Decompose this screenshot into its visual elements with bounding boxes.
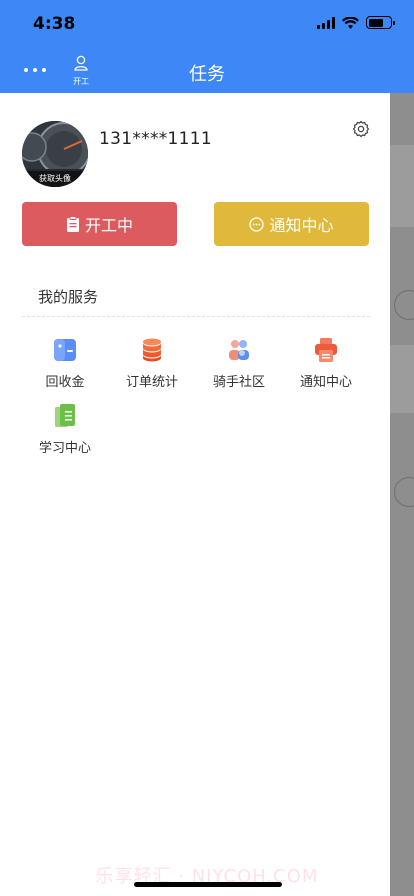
avatar-caption: 获取头像 — [22, 171, 88, 187]
avatar[interactable]: 获取头像 — [22, 121, 88, 187]
working-status-button[interactable]: 开工中 — [22, 202, 177, 246]
service-notice-center[interactable]: 通知中心 — [286, 337, 366, 390]
cellular-signal-icon — [317, 16, 335, 29]
service-learning-center[interactable]: 学习中心 — [25, 403, 105, 456]
gear-icon[interactable] — [352, 120, 370, 138]
wifi-icon — [342, 16, 359, 29]
working-status-label: 开工中 — [84, 216, 133, 235]
side-drawer: 获取头像 131****1111 开工中 通知中心 我的服务 回收金 订单统计 … — [0, 93, 390, 896]
home-indicator[interactable] — [134, 882, 282, 887]
screen: 4:38 开工 任务 获取头像 131****1111 开工中 通知中心 我的服… — [0, 0, 414, 896]
services-title: 我的服务 — [38, 288, 99, 306]
service-recycle-gold[interactable]: 回收金 — [25, 337, 105, 390]
wallet-icon — [54, 339, 76, 361]
battery-level — [368, 18, 384, 27]
service-label: 通知中心 — [299, 375, 352, 390]
printer-icon — [315, 338, 337, 362]
notice-center-label: 通知中心 — [269, 216, 334, 235]
status-time: 4:38 — [33, 14, 76, 34]
service-rider-community[interactable]: 骑手社区 — [199, 337, 279, 390]
background-page[interactable] — [390, 93, 414, 896]
document-icon — [55, 404, 75, 427]
service-label: 订单统计 — [125, 375, 178, 390]
clipboard-icon — [66, 216, 79, 232]
service-label: 骑手社区 — [212, 375, 265, 390]
chat-bubble-icon — [249, 216, 265, 232]
community-icon — [229, 340, 249, 360]
top-bar: 4:38 开工 任务 — [0, 0, 414, 93]
service-order-stats[interactable]: 订单统计 — [112, 337, 192, 390]
status-icons — [317, 16, 395, 29]
page-title: 任务 — [189, 64, 225, 85]
battery-icon — [366, 16, 395, 29]
divider — [22, 316, 370, 317]
service-label: 学习中心 — [38, 441, 91, 456]
service-label: 回收金 — [45, 375, 85, 390]
notice-center-button[interactable]: 通知中心 — [214, 202, 369, 246]
database-icon — [143, 338, 161, 362]
phone-number: 131****1111 — [99, 129, 213, 149]
